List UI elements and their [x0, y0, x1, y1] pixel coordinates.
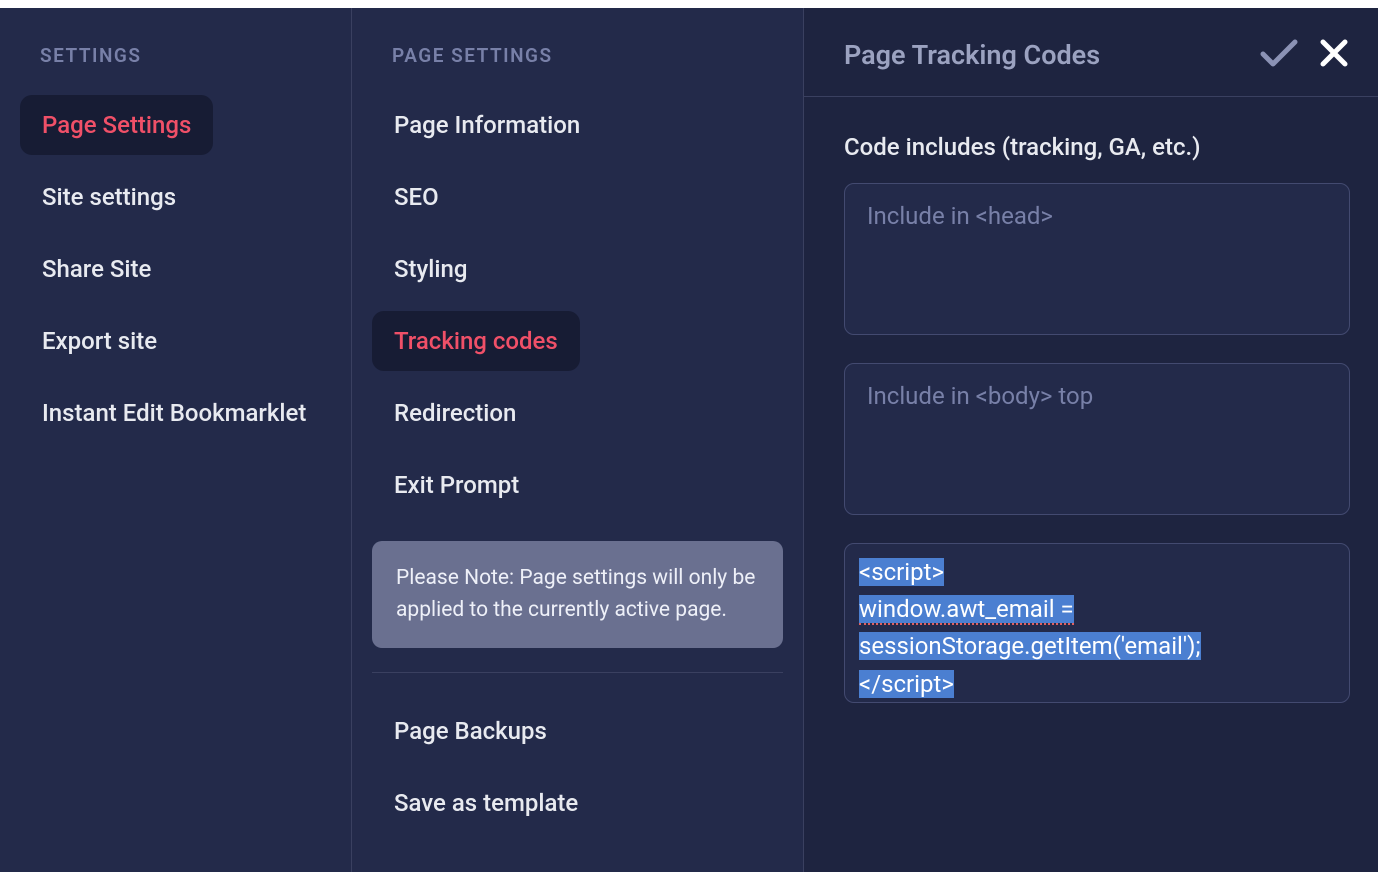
body-top-code-input[interactable] — [844, 363, 1350, 515]
settings-sidebar: SETTINGS Page Settings Site settings Share… — [0, 8, 352, 872]
tracking-codes-panel: Page Tracking Codes Code includes (track… — [804, 8, 1378, 872]
settings-item-0[interactable]: Page Settings — [20, 95, 213, 155]
settings-item-4[interactable]: Instant Edit Bookmarklet — [20, 383, 328, 443]
settings-item-1[interactable]: Site settings — [20, 167, 198, 227]
code-includes-label: Code includes (tracking, GA, etc.) — [844, 133, 1350, 161]
head-code-input[interactable] — [844, 183, 1350, 335]
page-settings-heading: PAGE SETTINGS — [372, 44, 783, 67]
page-settings-item-1[interactable]: SEO — [372, 167, 461, 227]
panel-actions — [1260, 38, 1348, 72]
page-settings-item-5[interactable]: Exit Prompt — [372, 455, 541, 515]
close-icon[interactable] — [1320, 39, 1348, 71]
page-settings-item-2[interactable]: Styling — [372, 239, 489, 299]
body-code-editor[interactable]: <script>window.awt_email = sessionStorag… — [844, 543, 1350, 703]
settings-heading: SETTINGS — [20, 44, 331, 67]
page-settings-bottom-item-0[interactable]: Page Backups — [372, 701, 569, 761]
page-settings-item-3[interactable]: Tracking codes — [372, 311, 580, 371]
page-settings-note: Please Note: Page settings will only be … — [372, 541, 783, 648]
divider — [372, 672, 783, 673]
page-settings-item-0[interactable]: Page Information — [372, 95, 602, 155]
panel-body: Code includes (tracking, GA, etc.) <scri… — [804, 97, 1378, 872]
settings-item-3[interactable]: Export site — [20, 311, 179, 371]
panel-title: Page Tracking Codes — [844, 39, 1100, 71]
panel-header: Page Tracking Codes — [804, 8, 1378, 97]
page-settings-sidebar: PAGE SETTINGS Page Information SEO Styling… — [352, 8, 804, 872]
confirm-icon[interactable] — [1260, 38, 1298, 72]
page-settings-bottom-item-1[interactable]: Save as template — [372, 773, 600, 833]
page-settings-item-4[interactable]: Redirection — [372, 383, 538, 443]
settings-item-2[interactable]: Share Site — [20, 239, 173, 299]
